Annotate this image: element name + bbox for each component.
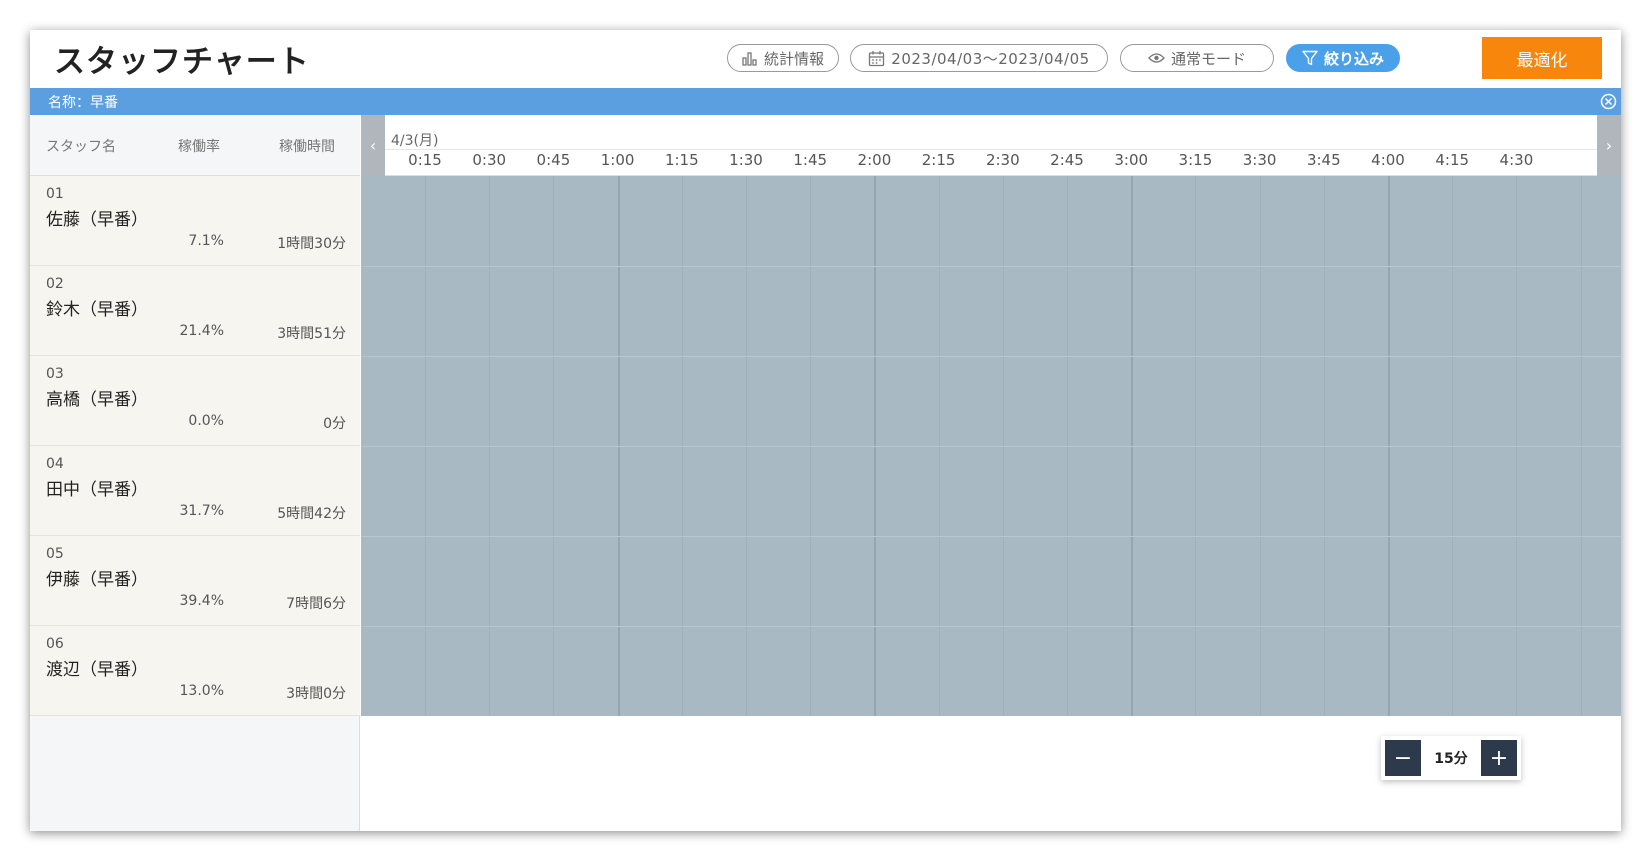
name-bar-label: 名称：早番 — [48, 95, 118, 111]
column-rate: 稼働率 — [178, 139, 220, 155]
staff-no: 04 — [46, 456, 64, 472]
time-tick: 3:45 — [1306, 151, 1341, 169]
time-tick: 0:30 — [472, 151, 507, 169]
zoom-in-button[interactable]: + — [1481, 740, 1517, 776]
staff-rate: 39.4% — [179, 593, 224, 609]
staff-name: 田中（早番） — [46, 480, 148, 500]
time-tick: 3:15 — [1178, 151, 1213, 169]
time-tick: 3:30 — [1242, 151, 1277, 169]
filter-button[interactable]: 絞り込み — [1286, 44, 1400, 72]
zoom-out-button[interactable]: − — [1385, 740, 1421, 776]
time-tick: 1:15 — [664, 151, 699, 169]
time-tick: 4:15 — [1435, 151, 1470, 169]
staff-hours: 3時間51分 — [277, 326, 346, 342]
staff-hours: 5時間42分 — [277, 506, 346, 522]
staff-no: 03 — [46, 366, 64, 382]
next-arrow-button[interactable]: › — [1597, 115, 1621, 176]
name-bar: 名称：早番 — [30, 88, 1621, 115]
staff-row[interactable]: 03 高橋（早番） 0.0% 0分 — [30, 356, 360, 446]
timeline-date: 4/3(月) — [391, 133, 439, 149]
time-tick: 2:00 — [857, 151, 892, 169]
staff-chart-window: スタッフチャート 統計情報 2023/04/03〜2023/04/05 通常モー… — [30, 30, 1621, 831]
staff-row[interactable]: 02 鈴木（早番） 21.4% 3時間51分 — [30, 266, 360, 356]
schedule-grid[interactable] — [361, 176, 1621, 716]
zoom-control: − 15分 + — [1381, 736, 1521, 780]
time-tick: 4:00 — [1371, 151, 1405, 169]
staff-rate: 31.7% — [179, 503, 224, 519]
staff-no: 05 — [46, 546, 64, 562]
staff-no: 01 — [46, 186, 64, 202]
grid-hline — [361, 356, 1621, 357]
staff-name: 渡辺（早番） — [46, 660, 148, 680]
staff-name: 鈴木（早番） — [46, 300, 148, 320]
zoom-level: 15分 — [1434, 751, 1468, 767]
time-tick: 3:00 — [1114, 151, 1149, 169]
date-range-label: 2023/04/03〜2023/04/05 — [891, 49, 1090, 68]
prev-arrow-button[interactable]: ‹ — [361, 115, 385, 176]
timeline-panel: ‹ › 4/3(月) 0:15 0:30 0:45 1:00 1:15 1:30 1:45 2… — [361, 115, 1621, 831]
grid-hline — [361, 446, 1621, 447]
staff-list-header: スタッフ名 稼働率 稼働時間 — [30, 115, 360, 176]
time-tick: 2:15 — [921, 151, 956, 169]
staff-hours: 1時間30分 — [277, 236, 346, 252]
staff-name: 高橋（早番） — [46, 390, 148, 410]
page-title: スタッフチャート — [54, 44, 310, 80]
bar-chart-icon — [742, 50, 758, 66]
time-tick: 1:00 — [600, 151, 635, 169]
staff-rate: 13.0% — [179, 683, 224, 699]
time-tick: 4:30 — [1499, 151, 1534, 169]
timeline-header: ‹ › 4/3(月) 0:15 0:30 0:45 1:00 1:15 1:30 1:45 2… — [361, 115, 1621, 176]
header: スタッフチャート 統計情報 2023/04/03〜2023/04/05 通常モー… — [30, 30, 1621, 88]
staff-name: 佐藤（早番） — [46, 210, 148, 230]
stats-button[interactable]: 統計情報 — [727, 44, 839, 72]
eye-icon — [1148, 52, 1165, 64]
staff-hours: 7時間6分 — [286, 596, 346, 612]
staff-rate: 21.4% — [179, 323, 224, 339]
funnel-icon — [1302, 50, 1318, 66]
staff-row[interactable]: 05 伊藤（早番） 39.4% 7時間6分 — [30, 536, 360, 626]
calendar-icon — [868, 50, 885, 67]
staff-hours: 3時間0分 — [286, 686, 346, 702]
time-tick: 1:30 — [729, 151, 763, 169]
close-circle-icon[interactable] — [1600, 93, 1617, 110]
mode-button[interactable]: 通常モード — [1120, 44, 1274, 72]
timeline-divider — [385, 149, 1597, 150]
column-staff-name: スタッフ名 — [46, 139, 116, 155]
staff-no: 02 — [46, 276, 64, 292]
grid-hline — [361, 266, 1621, 267]
time-tick: 0:15 — [408, 151, 442, 169]
date-range-button[interactable]: 2023/04/03〜2023/04/05 — [850, 44, 1108, 72]
grid-hline — [361, 626, 1621, 627]
time-tick: 1:45 — [793, 151, 828, 169]
mode-label: 通常モード — [1170, 49, 1246, 68]
staff-hours: 0分 — [323, 416, 346, 432]
staff-list-panel: スタッフ名 稼働率 稼働時間 01 佐藤（早番） 7.1% 1時間30分 02 … — [30, 115, 360, 831]
time-tick: 2:30 — [985, 151, 1020, 169]
optimize-button[interactable]: 最適化 — [1482, 37, 1602, 79]
time-tick: 0:45 — [536, 151, 571, 169]
staff-row[interactable]: 04 田中（早番） 31.7% 5時間42分 — [30, 446, 360, 536]
time-tick: 2:45 — [1050, 151, 1084, 169]
staff-no: 06 — [46, 636, 64, 652]
staff-row[interactable]: 06 渡辺（早番） 13.0% 3時間0分 — [30, 626, 360, 716]
filter-label: 絞り込み — [1323, 49, 1384, 68]
stats-label: 統計情報 — [763, 49, 824, 68]
staff-row[interactable]: 01 佐藤（早番） 7.1% 1時間30分 — [30, 176, 360, 266]
column-hours: 稼働時間 — [279, 139, 335, 155]
staff-rate: 7.1% — [188, 233, 224, 249]
staff-rate: 0.0% — [188, 413, 224, 429]
staff-name: 伊藤（早番） — [46, 570, 148, 590]
grid-hline — [361, 536, 1621, 537]
